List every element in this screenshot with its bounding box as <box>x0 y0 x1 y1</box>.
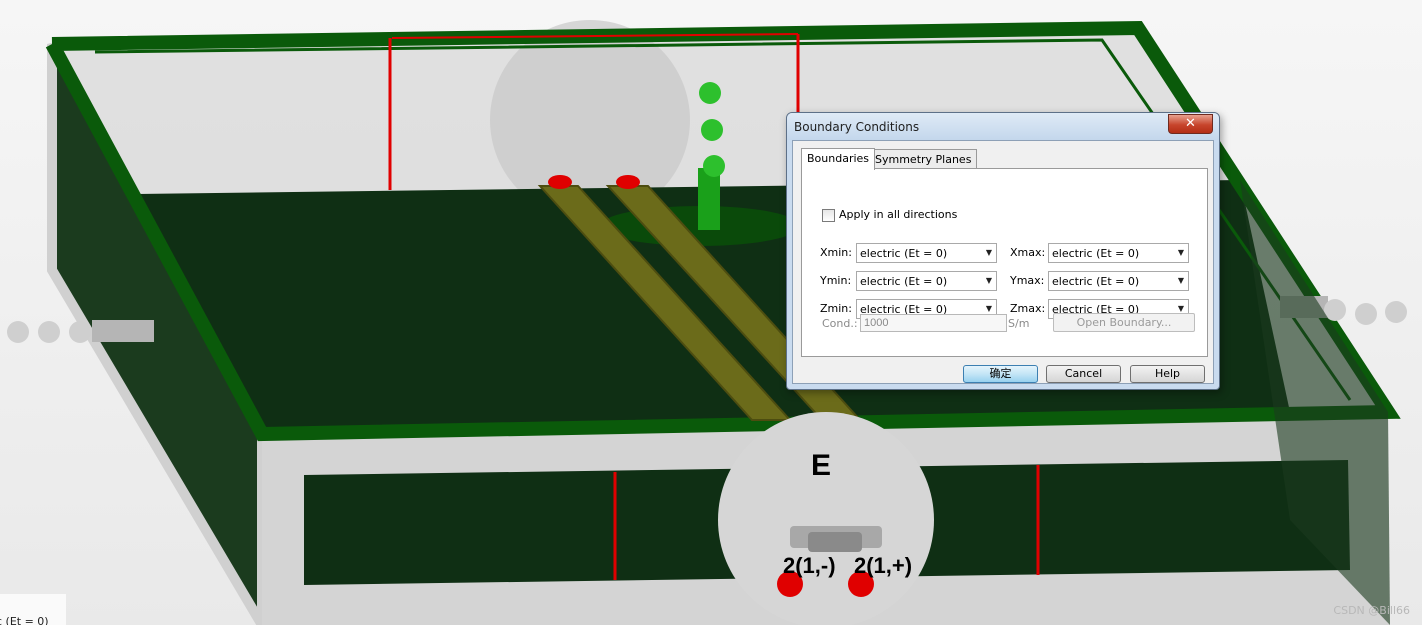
e-field-label: E <box>811 449 832 482</box>
partial-panel-text: c (Et = 0) <box>0 615 49 625</box>
xmin-label: Xmin: <box>820 246 852 259</box>
chevron-down-icon: ▼ <box>1177 248 1184 257</box>
help-button[interactable]: Help <box>1130 365 1205 383</box>
ymin-select[interactable]: electric (Et = 0) ▼ <box>856 271 997 291</box>
green-sphere-1 <box>699 82 721 104</box>
tab-panel-boundaries: Apply in all directions Xmin: electric (… <box>801 168 1208 357</box>
apply-all-label: Apply in all directions <box>839 208 958 221</box>
chevron-down-icon: ▼ <box>985 248 992 257</box>
ok-button[interactable]: 确定 <box>963 365 1038 383</box>
cond-input[interactable] <box>860 314 1007 332</box>
ymax-label: Ymax: <box>1010 274 1045 287</box>
green-sphere-3 <box>703 155 725 177</box>
zmax-label: Zmax: <box>1010 302 1046 315</box>
left-port-probe <box>7 320 154 343</box>
xmax-select[interactable]: electric (Et = 0) ▼ <box>1048 243 1189 263</box>
boundary-conditions-dialog: Boundary Conditions ✕ Boundaries Symmetr… <box>786 112 1220 390</box>
close-icon: ✕ <box>1185 116 1196 131</box>
cond-label: Cond.: <box>822 317 858 330</box>
dialog-client: Boundaries Symmetry Planes Apply in all … <box>792 140 1214 384</box>
ymax-value: electric (Et = 0) <box>1052 275 1140 288</box>
port-cylinder-2 <box>808 532 862 552</box>
chevron-down-icon: ▼ <box>985 304 992 313</box>
green-sphere-2 <box>701 119 723 141</box>
cond-unit: S/m <box>1008 317 1030 330</box>
xmax-label: Xmax: <box>1010 246 1046 259</box>
chevron-down-icon: ▼ <box>1177 304 1184 313</box>
chevron-down-icon: ▼ <box>985 276 992 285</box>
chevron-down-icon: ▼ <box>1177 276 1184 285</box>
tab-boundaries[interactable]: Boundaries <box>801 148 876 170</box>
tab-symmetry-planes[interactable]: Symmetry Planes <box>869 149 978 169</box>
boundary-sphere-front <box>718 412 934 625</box>
xmin-select[interactable]: electric (Et = 0) ▼ <box>856 243 997 263</box>
green-stub <box>698 168 720 230</box>
apply-all-checkbox[interactable] <box>822 209 835 222</box>
dialog-titlebar[interactable]: Boundary Conditions ✕ <box>787 113 1219 140</box>
cancel-button[interactable]: Cancel <box>1046 365 1121 383</box>
port-pos-label: 2(1,+) <box>854 553 913 578</box>
close-button[interactable]: ✕ <box>1168 114 1213 134</box>
xmin-value: electric (Et = 0) <box>860 247 948 260</box>
watermark: CSDN @Bill66 <box>1333 604 1410 617</box>
port-marker-back-1 <box>548 175 572 189</box>
port-neg-label: 2(1,-) <box>783 553 836 578</box>
partial-panel: c (Et = 0) <box>0 594 66 625</box>
ymin-label: Ymin: <box>820 274 852 287</box>
ymax-select[interactable]: electric (Et = 0) ▼ <box>1048 271 1189 291</box>
port-marker-back-2 <box>616 175 640 189</box>
zmin-label: Zmin: <box>820 302 852 315</box>
dialog-title: Boundary Conditions <box>794 120 920 134</box>
ymin-value: electric (Et = 0) <box>860 275 948 288</box>
open-boundary-button[interactable]: Open Boundary... <box>1053 313 1195 332</box>
xmax-value: electric (Et = 0) <box>1052 247 1140 260</box>
